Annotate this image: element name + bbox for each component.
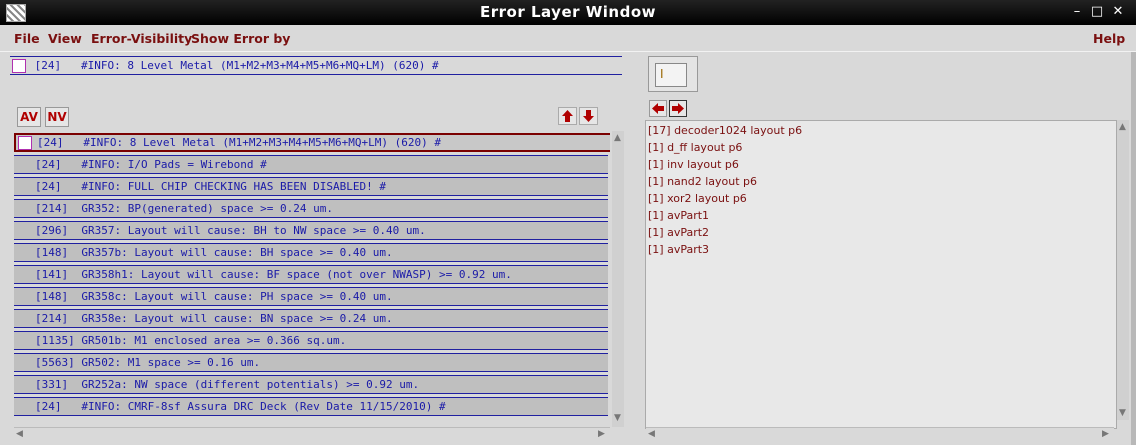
- scroll-right-icon: ▶: [598, 429, 605, 439]
- error-row-text: [24] #INFO: FULL CHIP CHECKING HAS BEEN …: [35, 180, 386, 193]
- move-down-button[interactable]: [579, 107, 598, 125]
- error-row[interactable]: [148] GR358c: Layout will cause: PH spac…: [14, 287, 608, 306]
- cell-item[interactable]: [17] decoder1024 layout p6: [648, 124, 802, 137]
- error-row-text: [1135] GR501b: M1 enclosed area >= 0.366…: [35, 334, 347, 347]
- error-row-text: [141] GR358h1: Layout will cause: BF spa…: [35, 268, 512, 281]
- error-row[interactable]: [214] GR352: BP(generated) space >= 0.24…: [14, 199, 608, 218]
- cell-item[interactable]: [1] avPart2: [648, 226, 709, 239]
- menu-error-visibility[interactable]: Error-Visibility: [91, 31, 192, 46]
- current-error-summary: [24] #INFO: 8 Level Metal (M1+M2+M3+M4+M…: [10, 56, 622, 75]
- error-index-box: I: [648, 56, 698, 92]
- menu-show-error-by[interactable]: Show Error by: [191, 31, 290, 46]
- window-title: Error Layer Window: [479, 3, 657, 21]
- previous-button[interactable]: [649, 100, 667, 117]
- error-row-text: [214] GR358e: Layout will cause: BN spac…: [35, 312, 393, 325]
- cell-list[interactable]: [17] decoder1024 layout p6 [1] d_ff layo…: [645, 120, 1117, 429]
- menu-help[interactable]: Help: [1093, 31, 1125, 46]
- cell-item[interactable]: [1] nand2 layout p6: [648, 175, 757, 188]
- error-row[interactable]: [148] GR357b: Layout will cause: BH spac…: [14, 243, 608, 262]
- nv-button[interactable]: NV: [45, 107, 69, 127]
- menu-file[interactable]: File: [14, 31, 40, 46]
- move-up-button[interactable]: [558, 107, 577, 125]
- arrow-right-icon: [672, 103, 684, 114]
- error-row[interactable]: [141] GR358h1: Layout will cause: BF spa…: [14, 265, 608, 284]
- scroll-right-icon: ▶: [1102, 429, 1109, 439]
- cell-item[interactable]: [1] avPart1: [648, 209, 709, 222]
- cell-item[interactable]: [1] avPart3: [648, 243, 709, 256]
- error-row-text: [24] #INFO: I/O Pads = Wirebond #: [35, 158, 267, 171]
- cell-list-horizontal-scrollbar[interactable]: ◀ ▶: [646, 427, 1114, 440]
- arrow-up-icon: [562, 110, 573, 122]
- window-edge: [1131, 52, 1136, 445]
- close-button[interactable]: ✕: [1110, 4, 1126, 19]
- error-row-text: [24] #INFO: CMRF-8sf Assura DRC Deck (Re…: [35, 400, 446, 413]
- error-row-text: [296] GR357: Layout will cause: BH to NW…: [35, 224, 426, 237]
- menu-divider: [0, 51, 1136, 52]
- error-row-text: [5563] GR502: M1 space >= 0.16 um.: [35, 356, 261, 369]
- menu-bar: File View Error-Visibility Show Error by…: [0, 27, 1136, 52]
- title-bar: Error Layer Window – □ ✕: [0, 0, 1136, 25]
- error-row[interactable]: [5563] GR502: M1 space >= 0.16 um.: [14, 353, 608, 372]
- error-row[interactable]: [331] GR252a: NW space (different potent…: [14, 375, 608, 394]
- av-button[interactable]: AV: [17, 107, 41, 127]
- scroll-left-icon: ◀: [16, 429, 23, 439]
- arrow-left-icon: [652, 103, 664, 114]
- minimize-button[interactable]: –: [1069, 4, 1085, 19]
- menu-view[interactable]: View: [48, 31, 82, 46]
- scroll-down-icon: ▼: [614, 413, 621, 423]
- cell-list-vertical-scrollbar[interactable]: ▲ ▼: [1117, 120, 1129, 420]
- scroll-left-icon: ◀: [648, 429, 655, 439]
- error-index-input[interactable]: I: [655, 63, 687, 87]
- error-row[interactable]: [24] #INFO: FULL CHIP CHECKING HAS BEEN …: [14, 177, 608, 196]
- maximize-button[interactable]: □: [1089, 4, 1105, 19]
- error-row-selected[interactable]: [24] #INFO: 8 Level Metal (M1+M2+M3+M4+M…: [14, 133, 610, 152]
- error-row-text: [214] GR352: BP(generated) space >= 0.24…: [35, 202, 334, 215]
- error-row[interactable]: [296] GR357: Layout will cause: BH to NW…: [14, 221, 608, 240]
- error-list-vertical-scrollbar[interactable]: ▲ ▼: [612, 131, 624, 427]
- error-row-text: [148] GR357b: Layout will cause: BH spac…: [35, 246, 393, 259]
- error-list-horizontal-scrollbar[interactable]: ◀ ▶: [14, 427, 610, 440]
- scroll-up-icon: ▲: [1119, 122, 1126, 132]
- error-row[interactable]: [24] #INFO: CMRF-8sf Assura DRC Deck (Re…: [14, 397, 608, 416]
- scroll-up-icon: ▲: [614, 133, 621, 143]
- arrow-down-icon: [583, 110, 594, 122]
- cell-item[interactable]: [1] xor2 layout p6: [648, 192, 747, 205]
- cell-item[interactable]: [1] d_ff layout p6: [648, 141, 742, 154]
- error-row-checkbox[interactable]: [18, 136, 32, 150]
- error-row-text: [148] GR358c: Layout will cause: PH spac…: [35, 290, 393, 303]
- error-layer-list[interactable]: [24] #INFO: 8 Level Metal (M1+M2+M3+M4+M…: [14, 131, 610, 427]
- text-cursor-icon: I: [660, 67, 664, 81]
- error-row-text: [24] #INFO: 8 Level Metal (M1+M2+M3+M4+M…: [37, 136, 441, 149]
- scroll-down-icon: ▼: [1119, 408, 1126, 418]
- cell-item[interactable]: [1] inv layout p6: [648, 158, 739, 171]
- error-row[interactable]: [24] #INFO: I/O Pads = Wirebond #: [14, 155, 608, 174]
- error-row[interactable]: [214] GR358e: Layout will cause: BN spac…: [14, 309, 608, 328]
- next-button[interactable]: [669, 100, 687, 117]
- summary-checkbox[interactable]: [12, 59, 26, 73]
- error-row[interactable]: [1135] GR501b: M1 enclosed area >= 0.366…: [14, 331, 608, 350]
- error-row-text: [331] GR252a: NW space (different potent…: [35, 378, 420, 391]
- summary-text: [24] #INFO: 8 Level Metal (M1+M2+M3+M4+M…: [28, 59, 439, 72]
